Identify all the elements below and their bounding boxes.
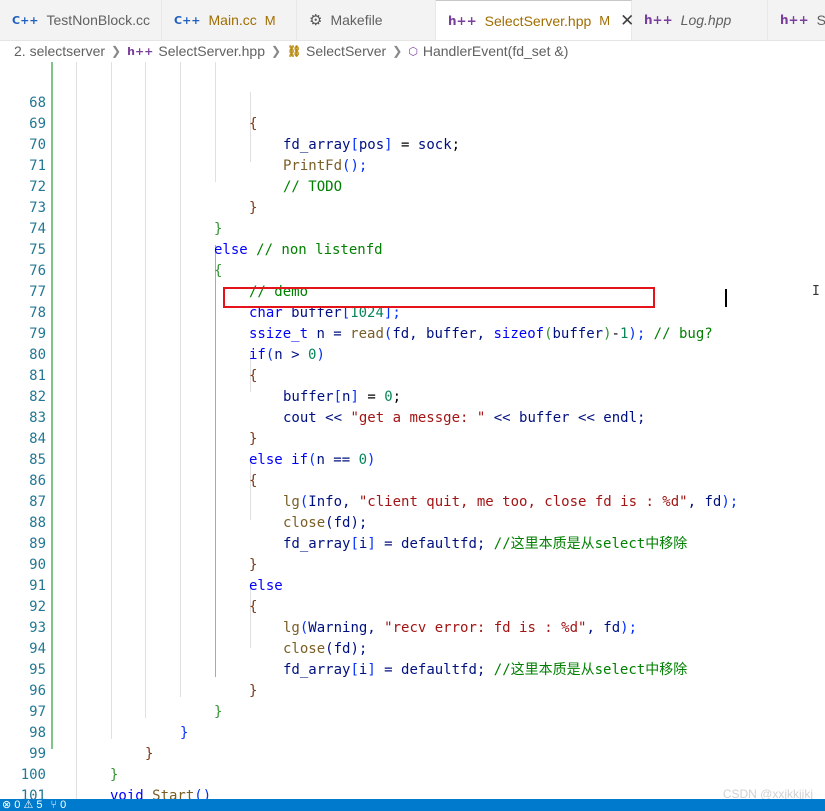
code-line: 95 } — [0, 639, 825, 699]
code-line: 97 } — [0, 681, 825, 741]
tab-label: Log.hpp — [680, 12, 732, 28]
modified-indicator: M — [599, 13, 611, 28]
code-line: 73 } — [0, 177, 825, 237]
code-line: 94 fd_array[i] = defaultfd; //这里本质是从sele… — [0, 618, 825, 678]
code-line: 83 } — [0, 387, 825, 447]
tab-label: TestNonBlock.cc — [46, 12, 150, 28]
modified-indicator: M — [264, 12, 276, 28]
code-line: 87 close(fd); — [0, 471, 825, 531]
code-line: 101 { — [0, 765, 825, 799]
code-line: 93 close(fd); — [0, 597, 825, 657]
code-line: 81 buffer[n] = 0; — [0, 345, 825, 405]
code-line: 82 cout << "get a messge: " << buffer <<… — [0, 366, 825, 426]
tab-label: Soc — [817, 12, 825, 28]
breadcrumb-folder[interactable]: 2. selectserver — [14, 43, 105, 59]
makefile-icon: ⚙ — [309, 11, 323, 29]
line-number: 101 — [20, 788, 46, 799]
code-line: 74 else // non listenfd — [0, 198, 825, 258]
tab-selectserver[interactable]: h++ SelectServer.hpp M ✕ — [436, 0, 634, 40]
code-line: 71 // TODO — [0, 135, 825, 195]
problems-indicator[interactable]: ⊗ 0 ⚠ 5 — [2, 799, 42, 811]
cpp-file-icon: C++ — [174, 13, 201, 27]
hpp-file-icon: h++ — [644, 13, 673, 27]
code-line: 79 if(n > 0) — [0, 303, 825, 363]
code-line: 76 // demo — [0, 240, 825, 300]
code-line: 88 fd_array[i] = defaultfd; //这里本质是从sele… — [0, 492, 825, 552]
code-line: 98 } — [0, 702, 825, 762]
code-line: 86 lg(Info, "client quit, me too, close … — [0, 450, 825, 510]
breadcrumb: 2. selectserver ❯ h++ SelectServer.hpp ❯… — [0, 40, 825, 62]
code-line: 96 } — [0, 660, 825, 720]
hpp-file-icon: h++ — [780, 13, 809, 27]
hpp-file-icon: h++ — [448, 13, 477, 28]
code-token: () — [194, 788, 212, 799]
code-line: 77 char buffer[1024]; — [0, 261, 825, 321]
chevron-right-icon: ❯ — [111, 44, 122, 58]
editor-tab-bar: C++ TestNonBlock.cc C++ Main.cc M ⚙ Make… — [0, 0, 825, 41]
code-line: 92 lg(Warning, "recv error: fd is : %d",… — [0, 576, 825, 636]
hpp-file-icon: h++ — [127, 44, 154, 58]
code-function: Start — [143, 788, 195, 799]
tab-main[interactable]: C++ Main.cc M — [162, 0, 297, 40]
status-bar: ⊗ 0 ⚠ 5 ⑂ 0 — [0, 799, 825, 811]
code-line: 69 fd_array[pos] = sock; — [0, 93, 825, 153]
tab-testnonblock[interactable]: C++ TestNonBlock.cc — [0, 0, 162, 40]
breadcrumb-class[interactable]: SelectServer — [306, 43, 386, 59]
code-editor[interactable]: 68 { 69 fd_array[pos] = sock; 70 PrintFd… — [0, 62, 825, 799]
tab-label: Main.cc — [208, 12, 257, 28]
breadcrumb-file[interactable]: SelectServer.hpp — [158, 43, 265, 59]
code-keyword: void — [110, 788, 144, 799]
tab-log[interactable]: h++ Log.hpp — [632, 0, 768, 40]
ports-indicator[interactable]: ⑂ 0 — [50, 799, 66, 811]
cpp-file-icon: C++ — [12, 13, 39, 27]
code-line: 99 } — [0, 723, 825, 783]
tab-label: Makefile — [330, 12, 383, 28]
code-line: 100 void Start() — [0, 744, 825, 799]
ibeam-cursor-icon: I — [812, 284, 820, 299]
tab-socket[interactable]: h++ Soc — [768, 0, 825, 40]
code-line: 68 { — [0, 72, 825, 132]
code-line: 91 { — [0, 555, 825, 615]
code-line: 89 } — [0, 513, 825, 573]
code-line: 90 else — [0, 534, 825, 594]
chevron-right-icon: ❯ — [271, 44, 282, 58]
tab-label: SelectServer.hpp — [484, 12, 592, 29]
code-line: 72 } — [0, 156, 825, 216]
code-line: 70 PrintFd(); — [0, 114, 825, 174]
code-line: 80 { — [0, 324, 825, 384]
tab-makefile[interactable]: ⚙ Makefile — [297, 0, 436, 40]
chevron-right-icon: ❯ — [392, 44, 403, 58]
code-line: 85 { — [0, 429, 825, 489]
code-line: 84 else if(n == 0) — [0, 408, 825, 468]
method-icon: ⬡ — [408, 44, 418, 58]
breadcrumb-method[interactable]: HandlerEvent(fd_set &) — [423, 43, 569, 59]
class-icon: ⛓ — [287, 44, 302, 58]
code-line: 75 { — [0, 219, 825, 279]
